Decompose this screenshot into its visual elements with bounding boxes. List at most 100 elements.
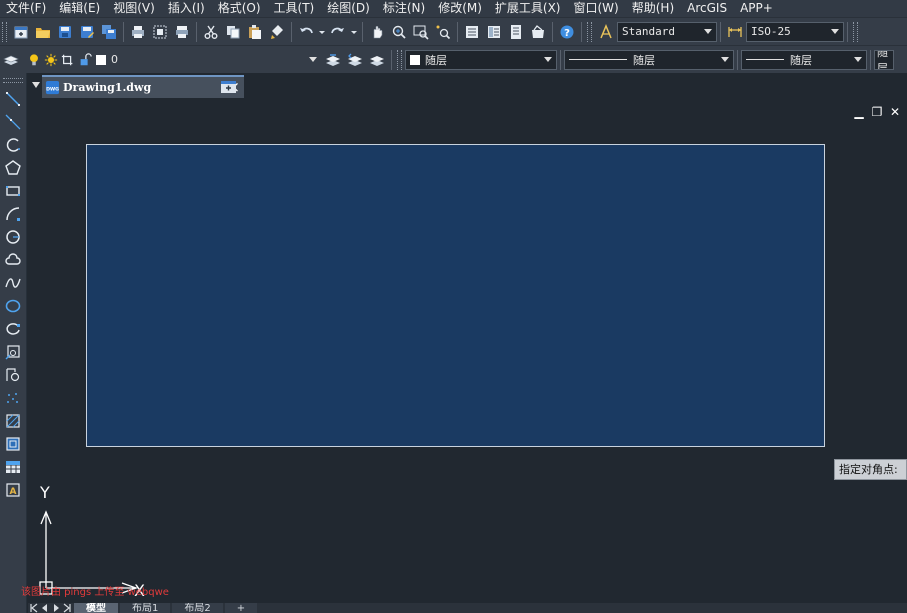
menu-modify[interactable]: 修改(M) [432,0,489,17]
hatch-icon[interactable] [1,409,25,432]
save-as-icon[interactable] [76,21,98,43]
toolbar-grip[interactable] [853,21,858,42]
toolbar-separator [552,21,553,42]
tool-palettes-icon[interactable] [505,21,527,43]
polyline-icon[interactable] [1,133,25,156]
save-all-icon[interactable] [98,21,120,43]
ray-icon[interactable] [1,110,25,133]
previous-tab-icon[interactable] [39,603,50,613]
toolbar-grip[interactable] [587,21,592,42]
circle-icon[interactable] [1,225,25,248]
point-icon[interactable] [1,386,25,409]
zoom-window-icon[interactable] [410,21,432,43]
lineweight-select[interactable]: 随层 [741,49,867,70]
menu-draw[interactable]: 绘图(D) [321,0,377,17]
layer-select[interactable]: 0 [22,49,322,70]
toolbar-grip[interactable] [2,21,7,42]
next-tab-icon[interactable] [50,603,61,613]
region-icon[interactable] [1,432,25,455]
menu-help[interactable]: 帮助(H) [626,0,681,17]
menu-window[interactable]: 窗口(W) [568,0,626,17]
cut-icon[interactable] [200,21,222,43]
add-layout-tab[interactable]: + [224,603,258,613]
layer-previous-icon[interactable] [344,49,366,71]
design-center-icon[interactable] [483,21,505,43]
draw-toolbar: A [0,73,27,613]
text-style-select[interactable]: Standard [617,21,717,42]
toolbar-grip[interactable] [3,78,23,83]
first-tab-icon[interactable] [28,603,39,613]
arc-icon[interactable] [1,202,25,225]
layer-states-icon[interactable] [366,49,388,71]
paste-icon[interactable] [244,21,266,43]
tab-drawing1[interactable]: DWG Drawing1.dwg × [42,75,244,98]
layer-manager-icon[interactable] [0,49,22,71]
properties-icon[interactable] [461,21,483,43]
print-preview-icon[interactable] [149,21,171,43]
ellipse-icon[interactable] [1,294,25,317]
new-drawing-tab-icon[interactable] [218,78,240,96]
new-file-icon[interactable] [10,21,32,43]
minimize-icon[interactable]: ▁ [853,106,865,118]
toolbar-grip[interactable] [397,49,402,70]
dimension-style-icon[interactable] [724,21,746,43]
help-icon[interactable]: ? [556,21,578,43]
menu-dimension[interactable]: 标注(N) [377,0,432,17]
menu-arcgis[interactable]: ArcGIS [681,0,734,17]
linetype-select[interactable]: 随层 [564,49,734,70]
tab-list-dropdown-icon[interactable] [32,82,40,88]
layout-tab-bar: 模型 布局1 布局2 + [28,603,907,613]
text-style-value: Standard [622,25,675,38]
make-object-layer-current-icon[interactable] [322,49,344,71]
zoom-realtime-icon[interactable] [388,21,410,43]
svg-text:A: A [10,487,17,497]
undo-icon[interactable] [295,21,317,43]
open-folder-icon[interactable] [32,21,54,43]
menu-view[interactable]: 视图(V) [107,0,162,17]
dimension-style-select[interactable]: ISO-25 [746,21,844,42]
plotstyle-select[interactable]: 随层 [874,49,894,70]
menu-format[interactable]: 格式(O) [212,0,268,17]
rectangle-icon[interactable] [1,179,25,202]
restore-icon[interactable]: ❐ [871,106,883,118]
spline-icon[interactable] [1,271,25,294]
menu-express-tools[interactable]: 扩展工具(X) [489,0,568,17]
insert-block-icon[interactable] [1,340,25,363]
svg-text:?: ? [564,28,570,39]
cloud-icon[interactable] [1,248,25,271]
dwg-badge-text: DWG [46,86,59,92]
menu-insert[interactable]: 插入(I) [162,0,212,17]
last-tab-icon[interactable] [61,603,72,613]
redo-icon[interactable] [327,21,349,43]
tab-layout2[interactable]: 布局2 [172,603,223,613]
color-select[interactable]: 随层 [405,49,557,70]
polygon-icon[interactable] [1,156,25,179]
ellipse-arc-icon[interactable] [1,317,25,340]
tab-model[interactable]: 模型 [74,603,118,613]
undo-dropdown-icon[interactable] [317,21,327,43]
menu-edit[interactable]: 编辑(E) [53,0,107,17]
tab-layout1[interactable]: 布局1 [120,603,171,613]
copy-icon[interactable] [222,21,244,43]
zoom-previous-icon[interactable] [432,21,454,43]
close-icon[interactable]: ✕ [889,106,901,118]
pan-hand-icon[interactable] [366,21,388,43]
match-properties-icon[interactable] [266,21,288,43]
redo-dropdown-icon[interactable] [349,21,359,43]
make-block-icon[interactable] [1,363,25,386]
chevron-down-icon [854,56,862,62]
lineweight-sample [746,59,784,60]
text-style-icon[interactable] [595,21,617,43]
menu-file[interactable]: 文件(F) [0,0,53,17]
menu-tools[interactable]: 工具(T) [268,0,322,17]
print-icon[interactable] [127,21,149,43]
line-icon[interactable] [1,87,25,110]
table-icon[interactable] [1,455,25,478]
linetype-sample [569,59,627,60]
plot-icon[interactable] [171,21,193,43]
toolbar-separator [123,21,124,42]
sheet-set-icon[interactable] [527,21,549,43]
menu-app[interactable]: APP+ [734,0,780,17]
mtext-icon[interactable]: A [1,478,25,501]
save-icon[interactable] [54,21,76,43]
